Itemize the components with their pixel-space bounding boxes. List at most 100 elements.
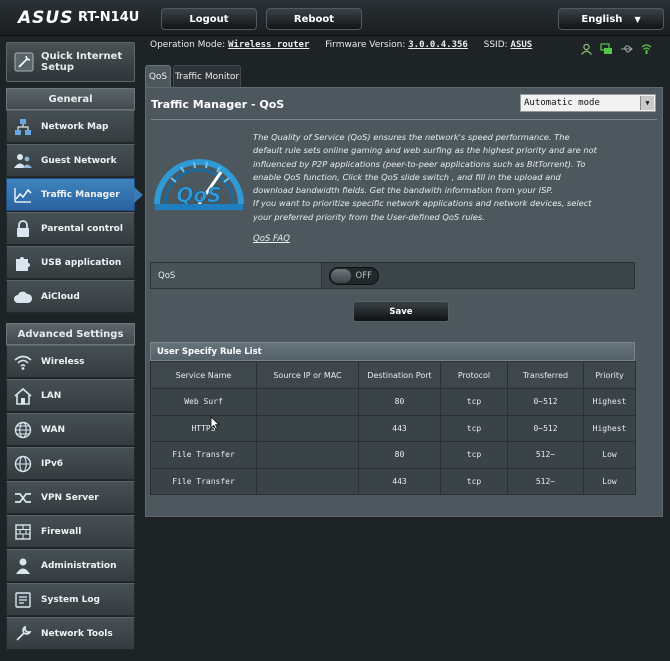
qos-mode-select[interactable]: Automatic mode ▼: [520, 94, 656, 112]
rule-list-header: User Specify Rule List: [150, 342, 635, 361]
priority-cell: Highest: [583, 414, 636, 442]
guest-network-icon: [14, 153, 32, 168]
source-cell: [256, 441, 359, 469]
sidebar-item-guest-network[interactable]: Guest Network: [6, 144, 135, 177]
qos-description-text-2: If you want to prioritize specific netwo…: [253, 198, 592, 222]
transferred-cell: 0~512: [507, 414, 584, 442]
column-header: Destination Port: [358, 361, 441, 389]
page-title: Traffic Manager - QoS: [151, 98, 285, 111]
asus-logo: ASUS: [18, 8, 74, 28]
language-select[interactable]: English ▼: [558, 8, 664, 30]
source-cell: [256, 414, 359, 442]
vpn-icon: [15, 492, 31, 503]
wan-connected-icon[interactable]: [600, 40, 613, 54]
logout-button[interactable]: Logout: [161, 8, 257, 30]
quick-internet-setup-button[interactable]: Quick Internet Setup: [6, 42, 135, 82]
ipv6-globe-icon: [14, 455, 32, 472]
top-bar: ASUS RT-N14U Logout Reboot English ▼: [0, 0, 670, 36]
chevron-down-icon: ▼: [634, 14, 641, 24]
usb-icon[interactable]: [620, 40, 633, 53]
sidebar-item-network-map[interactable]: Network Map: [6, 110, 135, 143]
sidebar-item-label: Wireless: [41, 356, 85, 367]
reboot-button[interactable]: Reboot: [266, 8, 362, 30]
log-icon: [15, 591, 31, 608]
table-row: Web Surf 80 tcp 0~512 Highest: [150, 388, 636, 416]
protocol-cell: tcp: [440, 414, 508, 442]
network-map-icon: [15, 118, 31, 135]
sidebar-item-label: Parental control: [41, 223, 123, 234]
sidebar-item-aicloud[interactable]: AiCloud: [6, 280, 135, 313]
qos-enable-row: QoS OFF: [150, 262, 635, 289]
protocol-cell: tcp: [440, 467, 508, 495]
save-button[interactable]: Save: [353, 301, 449, 322]
sidebar-item-label: IPv6: [41, 458, 64, 469]
rule-list-table: Service Name Source IP or MAC Destinatio…: [150, 361, 636, 495]
sidebar-item-administration[interactable]: Administration: [6, 549, 135, 582]
port-cell: 443: [358, 467, 441, 495]
router-model: RT-N14U: [78, 10, 140, 25]
sidebar-item-label: WAN: [41, 424, 66, 435]
sidebar-item-label: System Log: [41, 594, 100, 605]
user-icon[interactable]: [580, 40, 593, 55]
sidebar-item-label: Administration: [41, 560, 117, 571]
operation-mode-link[interactable]: Wireless router: [228, 40, 309, 50]
home-icon: [14, 387, 32, 405]
protocol-cell: tcp: [440, 388, 508, 416]
table-header-row: Service Name Source IP or MAC Destinatio…: [150, 361, 636, 389]
tab-qos[interactable]: QoS: [145, 65, 171, 87]
service-name-cell: File Transfer: [150, 467, 257, 495]
qos-mode-value: Automatic mode: [524, 98, 600, 108]
wifi-icon[interactable]: [640, 40, 653, 54]
column-header: Protocol: [440, 361, 508, 389]
column-header: Priority: [583, 361, 636, 389]
port-cell: 80: [358, 388, 441, 416]
protocol-cell: tcp: [440, 441, 508, 469]
ssid-link[interactable]: ASUS: [511, 40, 533, 50]
column-header: Service Name: [150, 361, 257, 389]
sidebar-item-parental-control[interactable]: Parental control: [6, 212, 135, 245]
sidebar-item-usb-application[interactable]: USB application: [6, 246, 135, 279]
title-divider: [151, 119, 657, 120]
port-cell: 443: [358, 414, 441, 442]
column-header: Transferred: [507, 361, 584, 389]
qos-speedometer-icon: QoS: [154, 159, 244, 210]
wand-icon: [14, 52, 34, 72]
qos-description: The Quality of Service (QoS) ensures the…: [253, 131, 599, 224]
sidebar-item-vpn-server[interactable]: VPN Server: [6, 481, 135, 514]
firmware-label: Firmware Version:: [325, 40, 406, 50]
sidebar-item-label: USB application: [41, 257, 122, 268]
firmware-link[interactable]: 3.0.0.4.356: [408, 40, 468, 50]
qos-faq-link[interactable]: QoS FAQ: [253, 234, 290, 244]
quick-setup-line2: Setup: [41, 62, 75, 73]
language-value: English: [581, 13, 623, 25]
sidebar-item-wan[interactable]: WAN: [6, 413, 135, 446]
sidebar-item-traffic-manager[interactable]: Traffic Manager: [6, 178, 143, 211]
sidebar-item-system-log[interactable]: System Log: [6, 583, 135, 616]
cloud-icon: [14, 291, 33, 303]
tools-icon: [16, 624, 32, 641]
qos-toggle-switch[interactable]: OFF: [329, 266, 379, 285]
table-row: File Transfer 80 tcp 512~ Low: [150, 441, 636, 469]
column-header: Source IP or MAC: [256, 361, 359, 389]
traffic-manager-icon: [14, 187, 32, 203]
status-icons: [580, 40, 653, 55]
sidebar-item-firewall[interactable]: Firewall: [6, 515, 135, 548]
sidebar-item-label: Network Tools: [41, 628, 113, 639]
wifi-icon: [14, 355, 32, 370]
sidebar-item-ipv6[interactable]: IPv6: [6, 447, 135, 480]
globe-icon: [14, 421, 32, 438]
qos-label: QoS: [151, 263, 322, 288]
sidebar-item-wireless[interactable]: Wireless: [6, 345, 135, 378]
chevron-down-icon: ▼: [640, 96, 654, 110]
mouse-cursor-icon: [210, 416, 220, 430]
status-line: Operation Mode: Wireless router Firmware…: [150, 40, 532, 54]
sidebar-item-label: AiCloud: [41, 291, 80, 302]
operation-mode-label: Operation Mode:: [150, 40, 226, 50]
sidebar-item-label: VPN Server: [41, 492, 99, 503]
qos-panel: Traffic Manager - QoS Automatic mode ▼ Q…: [145, 87, 663, 517]
parental-lock-icon: [17, 219, 29, 237]
sidebar-item-lan[interactable]: LAN: [6, 379, 135, 412]
tab-traffic-monitor[interactable]: Traffic Monitor: [173, 65, 241, 87]
transferred-cell: 0~512: [507, 388, 584, 416]
sidebar-item-network-tools[interactable]: Network Tools: [6, 617, 135, 650]
